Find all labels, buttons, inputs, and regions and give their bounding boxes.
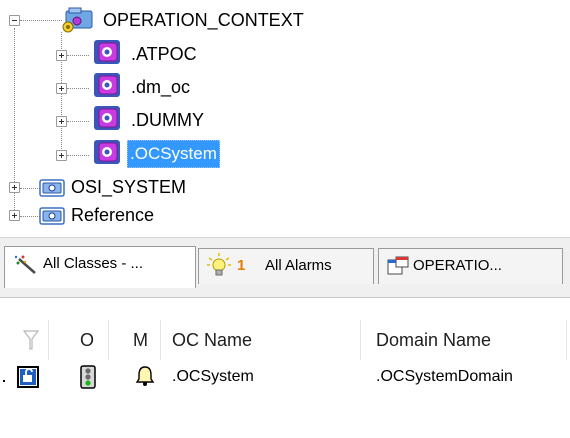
tree-node-label[interactable]: OPERATION_CONTEXT	[101, 7, 306, 33]
tree-node-label[interactable]: Reference	[69, 202, 156, 228]
tab-label: All Alarms	[265, 257, 332, 274]
bell-icon	[135, 366, 155, 386]
column-separator[interactable]	[160, 320, 161, 360]
magic-wand-icon	[15, 255, 36, 274]
alarm-count: 1	[237, 257, 246, 274]
expand-toggle[interactable]	[9, 182, 20, 193]
tab-all-alarms[interactable]: 1 All Alarms	[198, 248, 374, 284]
tree-connector	[67, 121, 89, 122]
lightbulb-icon	[207, 253, 231, 276]
column-separator[interactable]	[108, 320, 109, 360]
expand-toggle[interactable]	[56, 50, 67, 61]
column-separator[interactable]	[48, 320, 49, 360]
tree-node-label[interactable]: .DUMMY	[129, 107, 206, 133]
tree-connector	[67, 88, 89, 89]
row-indicator	[3, 380, 5, 382]
column-header-o[interactable]: O	[80, 320, 94, 360]
expand-toggle[interactable]	[9, 210, 20, 221]
column-header-domain-name[interactable]: Domain Name	[376, 320, 491, 360]
view-tab-bar: All Classes - ... 1 All Alarms OPERATIO.…	[0, 237, 570, 298]
expand-toggle[interactable]	[56, 116, 67, 127]
filter-icon[interactable]	[22, 328, 40, 352]
column-separator[interactable]	[360, 320, 361, 360]
object-tree: OPERATION_CONTEXT .ATPOC .dm_oc .DUMMY .…	[0, 0, 570, 236]
database-icon	[39, 179, 65, 197]
tab-label: OPERATIO...	[413, 257, 502, 274]
tree-connector	[67, 155, 89, 156]
purple-cube-icon	[94, 140, 120, 164]
domain-name-cell: .OCSystemDomain	[376, 368, 513, 385]
expand-toggle[interactable]	[56, 150, 67, 161]
database-icon	[39, 207, 65, 225]
oc-table: O M OC Name Domain Name .OCSystem .OCSys…	[0, 297, 570, 438]
traffic-light-icon	[80, 365, 96, 389]
purple-cube-icon	[94, 40, 120, 64]
tree-node-label-selected[interactable]: .OCSystem	[127, 140, 220, 168]
tab-operation-context[interactable]: OPERATIO...	[378, 248, 563, 284]
column-separator[interactable]	[566, 320, 567, 360]
oc-name-cell: .OCSystem	[172, 368, 254, 385]
tree-connector	[20, 20, 62, 21]
window-properties-icon	[387, 256, 409, 275]
purple-cube-icon	[94, 106, 120, 130]
unlocked-padlock-icon	[17, 366, 39, 388]
tree-connector	[67, 55, 89, 56]
tree-node-label[interactable]: .dm_oc	[129, 74, 192, 100]
expand-toggle[interactable]	[56, 83, 67, 94]
tab-all-classes[interactable]: All Classes - ...	[4, 246, 196, 288]
operation-context-folder-icon	[62, 7, 93, 33]
collapse-toggle[interactable]	[9, 15, 20, 26]
purple-cube-icon	[94, 73, 120, 97]
tab-label: All Classes - ...	[43, 255, 144, 272]
column-header-m[interactable]: M	[133, 320, 148, 360]
column-header-oc-name[interactable]: OC Name	[172, 320, 252, 360]
tree-node-label[interactable]: .ATPOC	[129, 41, 199, 67]
table-row[interactable]: .OCSystem .OCSystemDomain	[0, 362, 570, 392]
tree-node-label[interactable]: OSI_SYSTEM	[69, 174, 188, 200]
